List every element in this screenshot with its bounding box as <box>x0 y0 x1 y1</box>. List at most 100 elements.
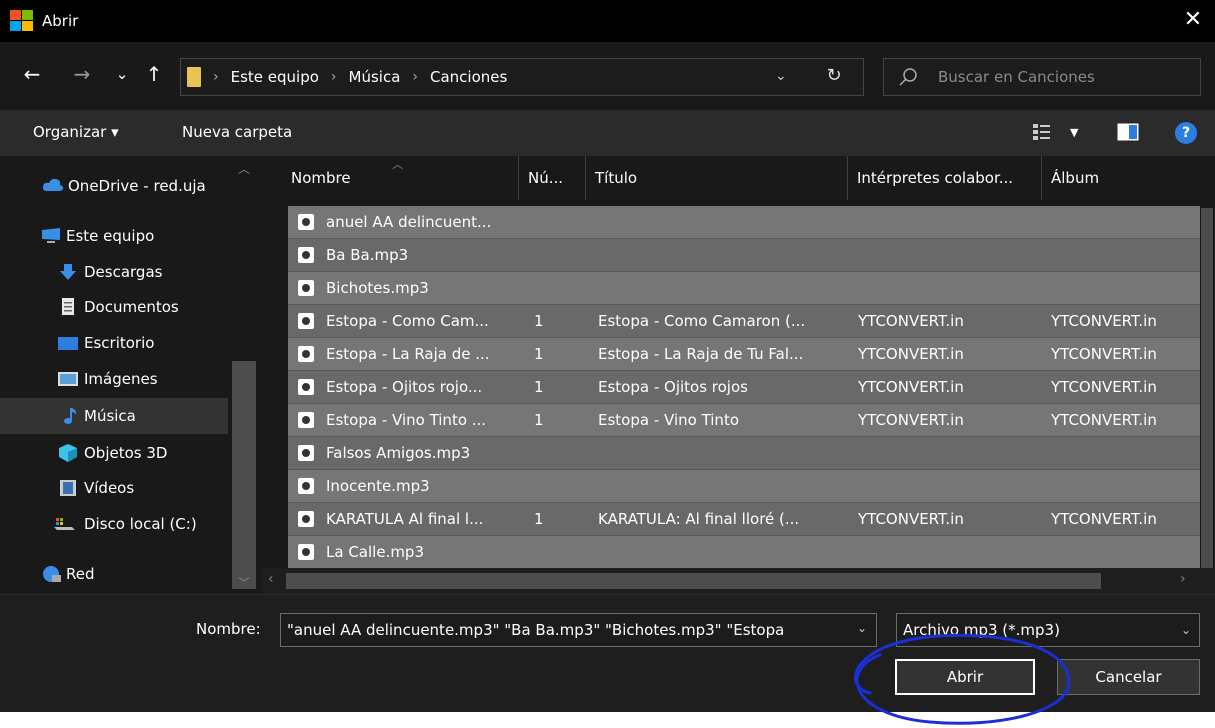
up-arrow-icon[interactable]: ↑ <box>142 62 166 86</box>
column-header-numero[interactable]: Nú... <box>518 156 584 200</box>
sidebar-item-videos[interactable]: Vídeos <box>0 470 228 506</box>
refresh-icon[interactable]: ↻ <box>822 64 846 88</box>
scroll-right-icon[interactable]: › <box>1180 571 1186 587</box>
sidebar-item-onedrive[interactable]: OneDrive - red.uja <box>0 168 228 204</box>
cell-number <box>534 272 574 305</box>
open-file-dialog: Abrir ✕ ← → ⌄ ↑ › Este equipo › Música ›… <box>0 0 1215 712</box>
sidebar-scrollbar-thumb[interactable] <box>232 361 256 589</box>
cell-title <box>598 437 843 470</box>
file-row[interactable]: Estopa - Vino Tinto ... 1 Estopa - Vino Ti… <box>288 404 1201 437</box>
column-header-nombre[interactable]: Nombre <box>281 156 517 200</box>
audio-file-icon <box>298 214 314 230</box>
cell-number: 1 <box>534 378 544 396</box>
organize-button[interactable]: Organizar ▾ <box>33 123 119 141</box>
column-header-interpretes[interactable]: Intérpretes colabor... <box>847 156 1041 200</box>
file-row[interactable]: Inocente.mp3 <box>288 470 1201 503</box>
sidebar-item-descargas[interactable]: Descargas <box>0 254 228 290</box>
cell-artists: YTCONVERT.in <box>858 345 964 363</box>
file-type-value: Archivo mp3 (*.mp3) <box>903 621 1060 639</box>
chevron-right-icon: › <box>412 69 418 85</box>
cell-name: La Calle.mp3 <box>326 543 424 561</box>
sidebar-item-red[interactable]: Red <box>0 556 228 592</box>
cell-title <box>598 470 843 503</box>
dialog-footer: Nombre: ⌄ Archivo mp3 (*.mp3) ⌄ Abrir Ca… <box>0 594 1215 712</box>
search-input[interactable] <box>938 68 1188 86</box>
forward-arrow-icon[interactable]: → <box>70 62 94 86</box>
cube-icon <box>58 444 78 462</box>
cell-name: Estopa - Ojitos rojo... <box>326 378 483 396</box>
sidebar-item-escritorio[interactable]: Escritorio <box>0 325 228 361</box>
sidebar-item-label: Disco local (C:) <box>84 515 197 533</box>
chevron-right-icon: › <box>213 69 219 85</box>
cell-album: YTCONVERT.in <box>1051 345 1157 363</box>
vertical-scrollbar-thumb[interactable] <box>1201 208 1213 568</box>
file-list-pane: ︿ Nombre Nú... Título Intérpretes colabo… <box>262 156 1215 594</box>
cell-artists: YTCONVERT.in <box>858 312 964 330</box>
cell-album <box>1051 239 1196 272</box>
cell-number <box>534 206 574 239</box>
cell-artists: YTCONVERT.in <box>858 510 964 528</box>
sidebar-item-label: OneDrive - red.uja <box>68 177 206 195</box>
file-row[interactable]: Ba Ba.mp3 <box>288 239 1201 272</box>
address-bar[interactable]: › Este equipo › Música › Canciones <box>180 58 864 96</box>
sidebar-item-label: Este equipo <box>66 227 155 245</box>
search-box[interactable] <box>883 58 1201 96</box>
cell-name: Falsos Amigos.mp3 <box>326 444 471 462</box>
sidebar-item-disco-local[interactable]: Disco local (C:) <box>0 506 228 542</box>
breadcrumb-musica[interactable]: Música <box>349 68 401 86</box>
file-list-horizontal-scrollbar[interactable]: ‹ › <box>262 568 1215 594</box>
audio-file-icon <box>298 247 314 263</box>
close-icon[interactable]: ✕ <box>1181 8 1205 32</box>
preview-pane-icon[interactable] <box>1117 123 1139 145</box>
view-options-icon[interactable] <box>1032 122 1052 146</box>
cell-title: Estopa - Como Camaron (... <box>598 312 806 330</box>
filename-dropdown-chevron-icon[interactable]: ⌄ <box>857 621 867 635</box>
scroll-down-icon[interactable]: ﹀ <box>238 574 250 591</box>
column-header-titulo[interactable]: Título <box>585 156 847 200</box>
view-dropdown-chevron-icon[interactable]: ▼ <box>1070 126 1078 139</box>
scroll-left-icon[interactable]: ‹ <box>268 571 274 587</box>
file-row[interactable]: Estopa - La Raja de ... 1 Estopa - La Raja… <box>288 338 1201 371</box>
breadcrumb-canciones[interactable]: Canciones <box>430 68 507 86</box>
file-row[interactable]: Estopa - Ojitos rojo... 1 Estopa - Ojitos … <box>288 371 1201 404</box>
sidebar-item-documentos[interactable]: Documentos <box>0 289 228 325</box>
folder-icon <box>187 67 201 87</box>
filename-input[interactable] <box>280 613 877 647</box>
sidebar-item-este-equipo[interactable]: Este equipo <box>0 218 228 254</box>
help-icon[interactable]: ? <box>1175 122 1197 144</box>
cell-name: Estopa - Vino Tinto ... <box>326 411 487 429</box>
breadcrumb-este-equipo[interactable]: Este equipo <box>231 68 319 86</box>
chevron-right-icon: › <box>330 69 337 85</box>
column-header-album[interactable]: Álbum <box>1041 156 1201 200</box>
file-row[interactable]: anuel AA delincuent... <box>288 206 1201 239</box>
sidebar-item-objetos-3d[interactable]: Objetos 3D <box>0 435 228 471</box>
sidebar-item-musica[interactable]: Música <box>0 398 228 434</box>
cell-artists <box>858 239 1028 272</box>
cell-number <box>534 239 574 272</box>
file-row[interactable]: La Calle.mp3 <box>288 536 1201 569</box>
cell-album <box>1051 206 1196 239</box>
cell-name: Bichotes.mp3 <box>326 279 429 297</box>
file-row[interactable]: Estopa - Como Cam... 1 Estopa - Como Camar… <box>288 305 1201 338</box>
horizontal-scrollbar-thumb[interactable] <box>286 573 1101 589</box>
audio-file-icon <box>298 412 314 428</box>
recent-locations-chevron-icon[interactable]: ⌄ <box>110 62 134 86</box>
file-type-select[interactable]: Archivo mp3 (*.mp3) ⌄ <box>896 613 1200 647</box>
image-icon <box>58 370 78 388</box>
file-row[interactable]: Falsos Amigos.mp3 <box>288 437 1201 470</box>
cell-album: YTCONVERT.in <box>1051 411 1157 429</box>
open-button[interactable]: Abrir <box>895 659 1035 695</box>
scroll-up-icon[interactable]: ︿ <box>238 160 250 177</box>
sidebar-item-imagenes[interactable]: Imágenes <box>0 361 228 397</box>
cancel-button[interactable]: Cancelar <box>1057 659 1200 695</box>
cell-name: KARATULA Al final l... <box>326 510 484 528</box>
new-folder-button[interactable]: Nueva carpeta <box>182 123 292 141</box>
back-arrow-icon[interactable]: ← <box>20 62 44 86</box>
file-row[interactable]: KARATULA Al final l... 1 KARATULA: Al fina… <box>288 503 1201 536</box>
cell-album: YTCONVERT.in <box>1051 312 1157 330</box>
cell-album: YTCONVERT.in <box>1051 378 1157 396</box>
sidebar-item-label: Vídeos <box>84 479 135 497</box>
address-dropdown-chevron-icon[interactable]: ⌄ <box>775 68 787 84</box>
file-row[interactable]: Bichotes.mp3 <box>288 272 1201 305</box>
cell-artists: YTCONVERT.in <box>858 378 964 396</box>
